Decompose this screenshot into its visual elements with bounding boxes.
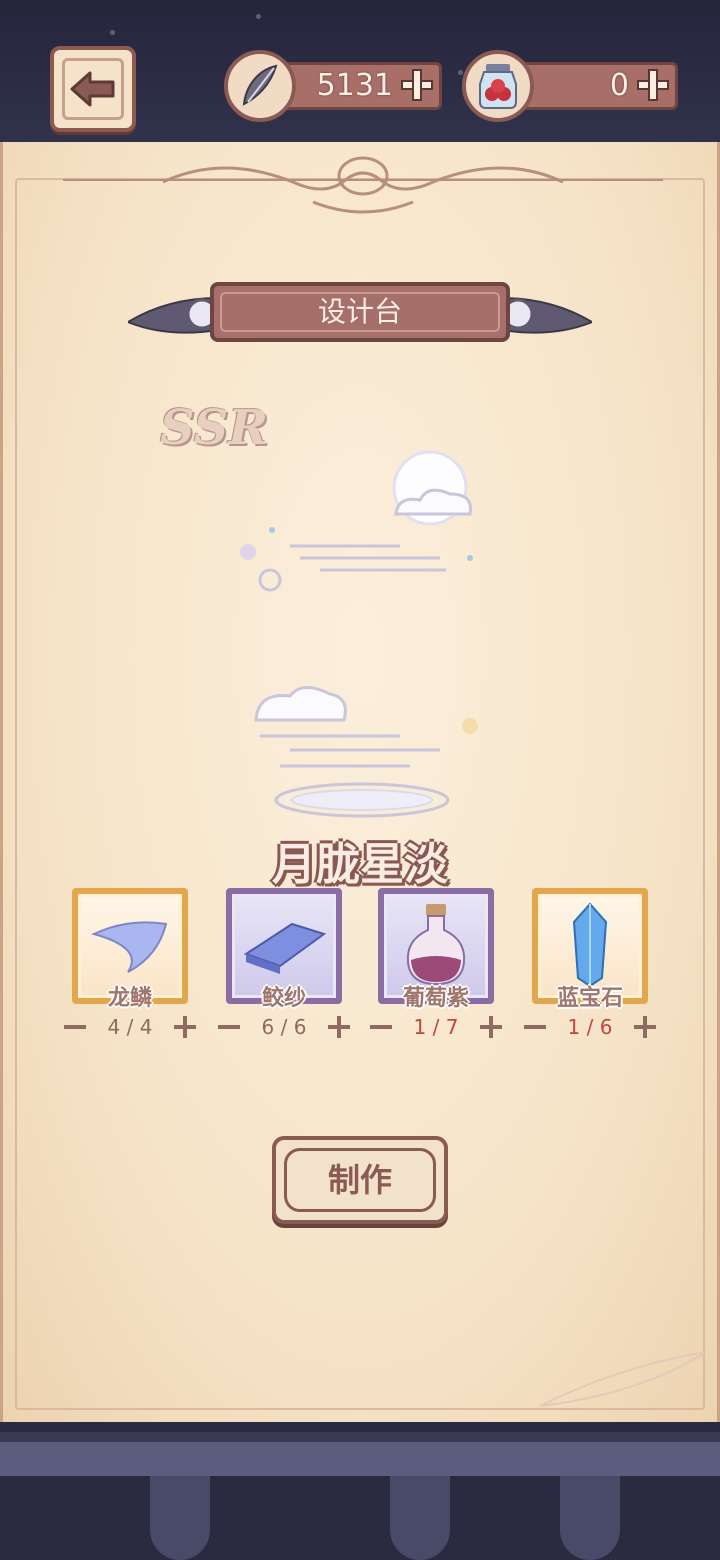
increase-button[interactable]	[174, 1016, 196, 1038]
design-name: 月胧星淡	[272, 839, 448, 890]
increase-button[interactable]	[480, 1016, 502, 1038]
berry-jar-icon-circle	[462, 50, 534, 122]
decrease-button[interactable]	[64, 1025, 86, 1029]
arrow-left-icon	[70, 71, 115, 107]
material-counter: 4 / 4	[64, 1014, 196, 1040]
material-count: 1 / 6	[567, 1015, 613, 1039]
feather-count: 5131	[316, 68, 393, 103]
decrease-button[interactable]	[218, 1025, 240, 1029]
title-banner: 设计台	[128, 278, 592, 348]
berry-jar-icon	[479, 64, 517, 109]
feather-icon	[242, 64, 278, 106]
rock-ledge	[0, 1442, 720, 1476]
rock-pillar	[560, 1476, 620, 1560]
craft-button-label: 制作	[327, 1161, 392, 1199]
material-slot: 鲛纱 6 / 6	[218, 888, 350, 1039]
material-counter: 1 / 6	[524, 1014, 656, 1040]
star-decoration	[110, 30, 115, 35]
material-counter: 6 / 6	[218, 1014, 350, 1040]
material-count: 6 / 6	[261, 1015, 307, 1039]
material-slot: 葡萄紫 1 / 7	[370, 888, 502, 1039]
craft-button[interactable]: 制作	[272, 1136, 448, 1224]
add-feather-button[interactable]	[401, 69, 433, 101]
decrease-button[interactable]	[524, 1025, 546, 1029]
material-count: 1 / 7	[413, 1015, 459, 1039]
material-name: 葡萄紫	[402, 986, 469, 1011]
increase-button[interactable]	[328, 1016, 350, 1038]
feather-resource: 5131	[224, 50, 442, 122]
top-bar: 5131 0	[0, 0, 720, 150]
material-name: 鲛纱	[261, 986, 306, 1011]
material-count: 4 / 4	[107, 1015, 153, 1039]
berry-resource: 0	[462, 50, 678, 122]
material-name: 蓝宝石	[556, 986, 623, 1011]
feather-icon-circle	[224, 50, 296, 122]
material-slot: 龙鳞 4 / 4	[64, 888, 196, 1039]
increase-button[interactable]	[634, 1016, 656, 1038]
back-button[interactable]	[50, 46, 136, 132]
material-slot: 蓝宝石 1 / 6	[524, 888, 656, 1039]
material-name: 龙鳞	[107, 986, 152, 1011]
add-berry-button[interactable]	[637, 69, 669, 101]
rock-pillar	[390, 1476, 450, 1560]
material-counter: 1 / 7	[370, 1014, 502, 1040]
cave-ground	[0, 1422, 720, 1560]
page-title: 设计台	[317, 295, 402, 328]
design-preview-image	[240, 450, 478, 818]
quill-decoration	[539, 1351, 707, 1407]
rock-pillar	[150, 1476, 210, 1560]
star-decoration	[256, 14, 261, 19]
berry-count: 0	[609, 68, 629, 103]
ornament-flourish	[63, 156, 663, 214]
decrease-button[interactable]	[370, 1025, 392, 1029]
